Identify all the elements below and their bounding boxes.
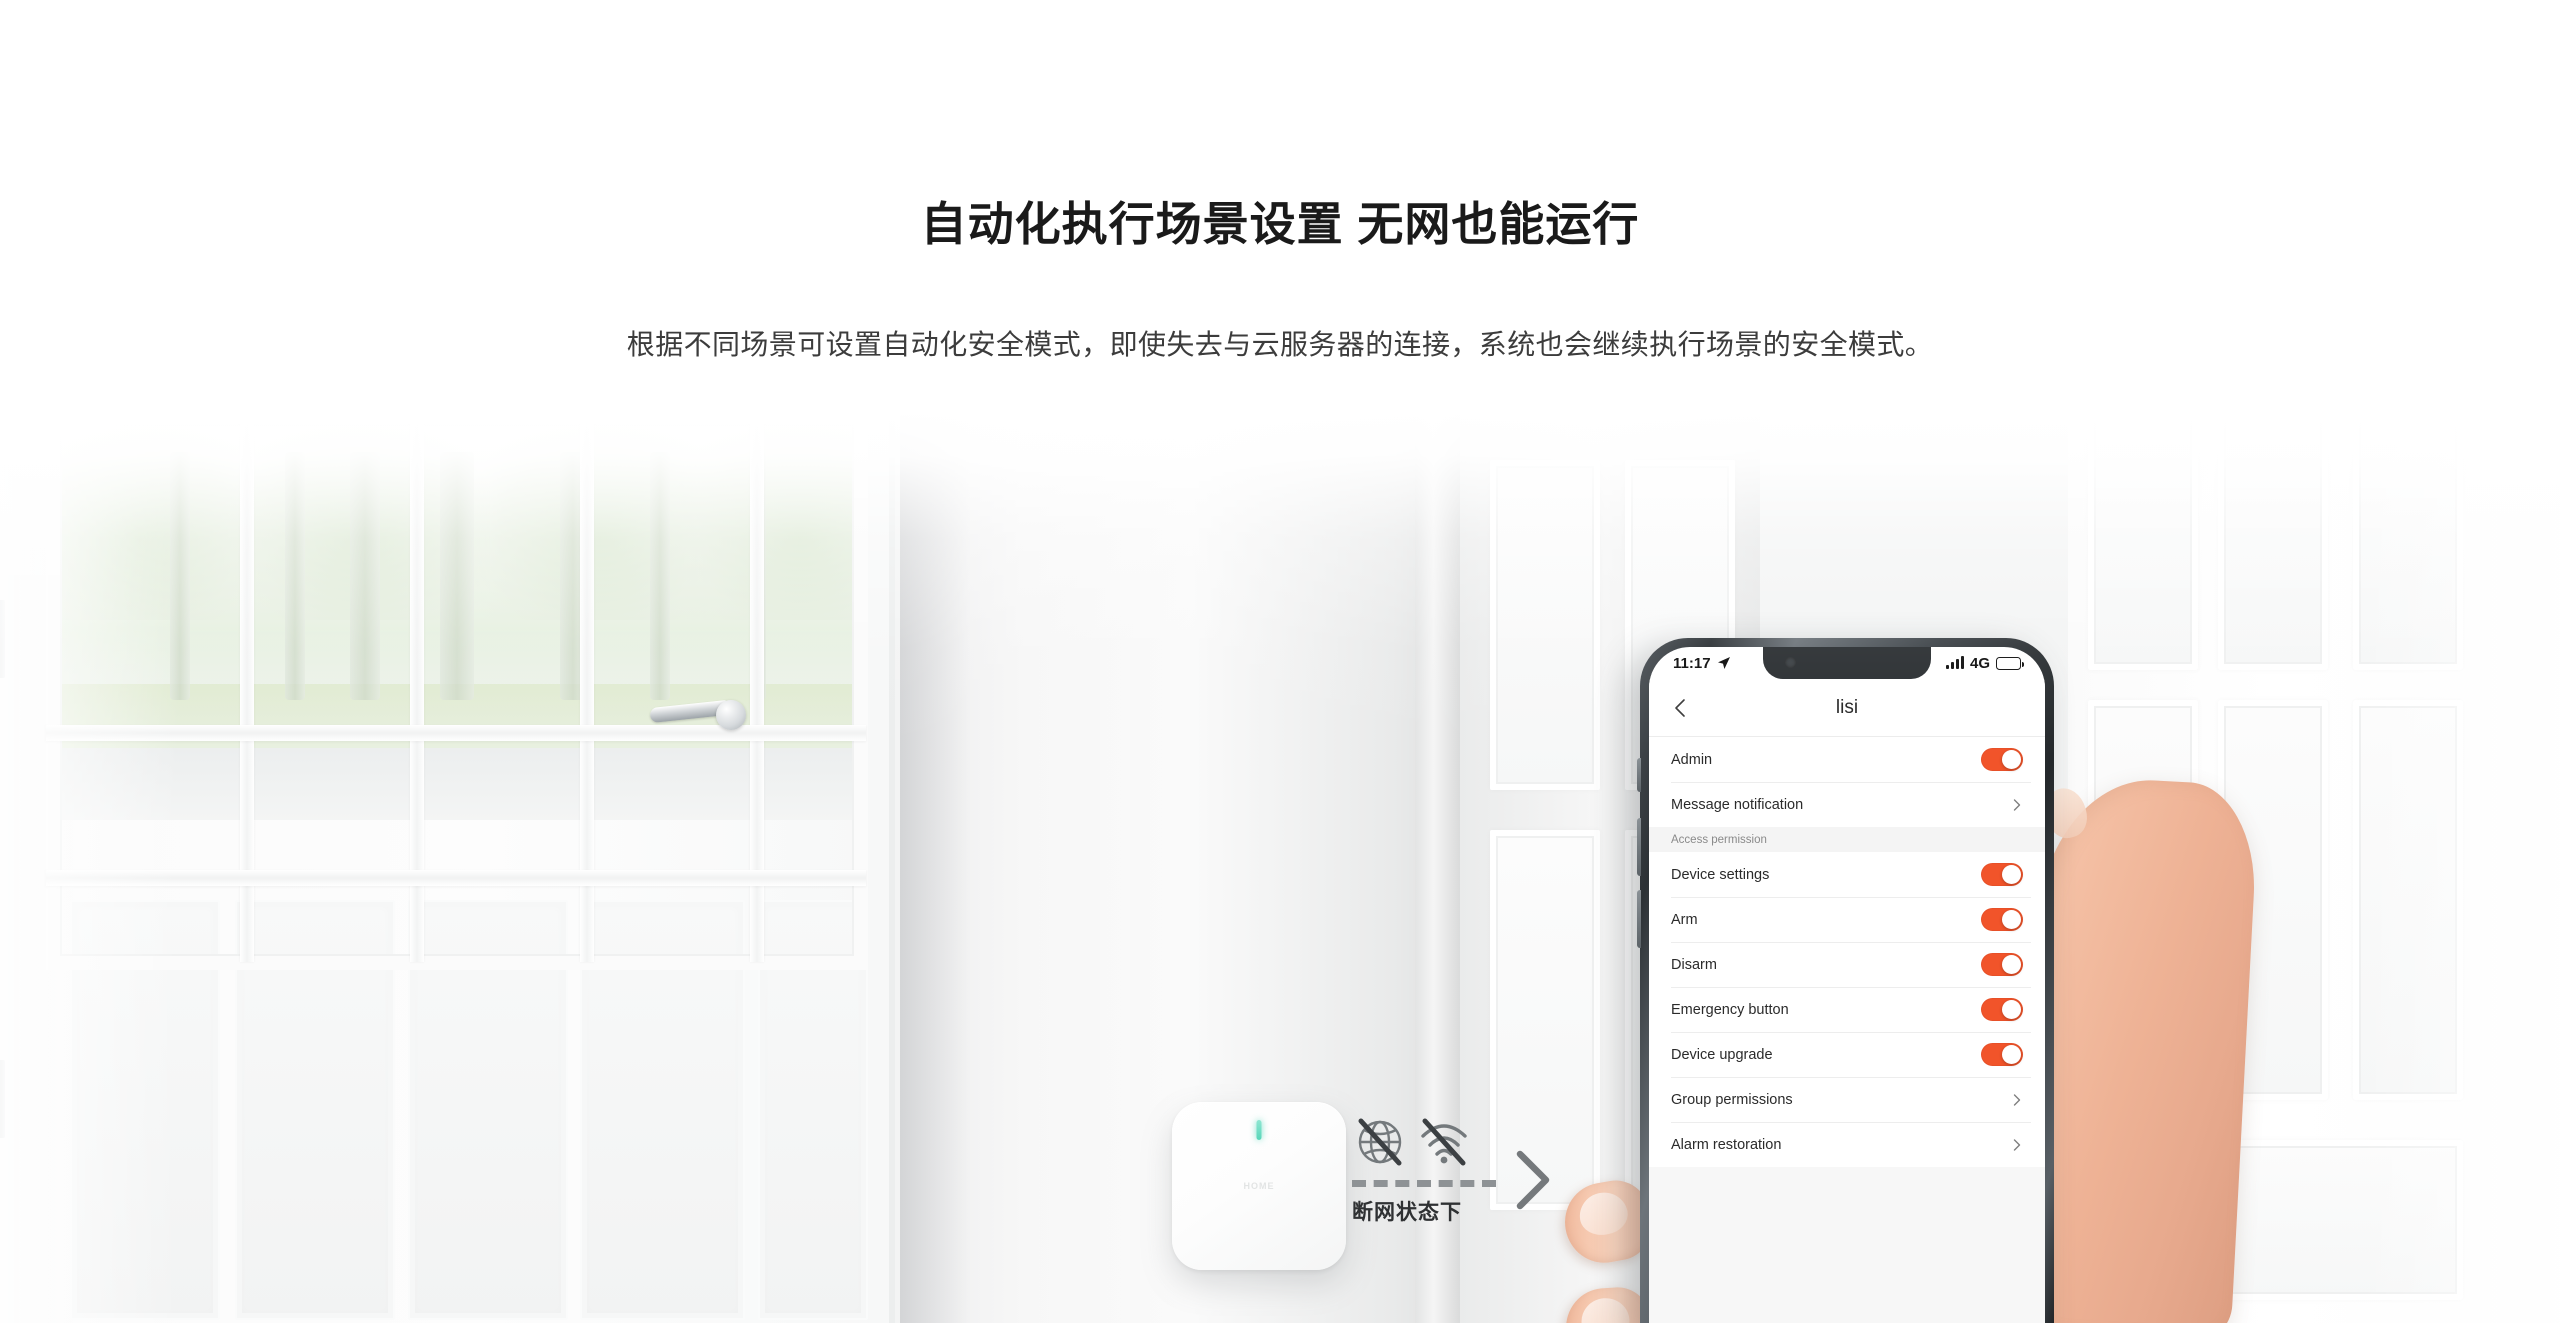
chevron-right-arrow bbox=[1516, 1150, 1550, 1210]
table-row[interactable]: Alarm restoration bbox=[1649, 1122, 2045, 1167]
fingernail bbox=[1576, 1188, 1631, 1239]
phone-screen: 11:17 4G lisi Admin Message notification… bbox=[1649, 647, 2045, 1323]
status-time: 11:17 bbox=[1673, 654, 1711, 672]
table-row[interactable]: Group permissions bbox=[1649, 1077, 2045, 1122]
row-label: Message notification bbox=[1671, 796, 1804, 813]
french-door-left bbox=[0, 410, 895, 1323]
table-row[interactable]: Message notification bbox=[1649, 782, 2045, 827]
network-type-label: 4G bbox=[1969, 654, 1990, 672]
page-root: 自动化执行场景设置 无网也能运行 根据不同场景可设置自动化安全模式，即使失去与云… bbox=[0, 0, 2560, 1323]
row-label: Arm bbox=[1671, 911, 1698, 928]
row-label: Device settings bbox=[1671, 866, 1770, 883]
status-bar-right: 4G bbox=[1945, 654, 2024, 672]
dashed-connector bbox=[1352, 1180, 1496, 1187]
smartphone: 11:17 4G lisi Admin Message notification… bbox=[1637, 638, 2054, 1323]
door-hinge bbox=[0, 600, 5, 678]
chevron-right-icon bbox=[2013, 1138, 2021, 1151]
location-arrow-icon bbox=[1717, 657, 1730, 669]
table-row[interactable]: Disarm bbox=[1649, 942, 2045, 987]
door-panel bbox=[2353, 410, 2463, 670]
nav-title: lisi bbox=[1835, 696, 1859, 718]
door-handle bbox=[649, 699, 746, 730]
door-panel bbox=[2088, 410, 2198, 670]
row-label: Disarm bbox=[1671, 956, 1717, 973]
volume-down-button[interactable] bbox=[1637, 890, 1641, 948]
table-row[interactable]: Device upgrade bbox=[1649, 1032, 2045, 1077]
globe-offline-icon bbox=[1358, 1118, 1402, 1166]
table-row[interactable]: Emergency button bbox=[1649, 987, 2045, 1032]
table-row[interactable]: Arm bbox=[1649, 897, 2045, 942]
table-row[interactable]: Admin bbox=[1649, 737, 2045, 782]
hub-led-indicator bbox=[1256, 1120, 1262, 1140]
chevron-left-icon[interactable] bbox=[1671, 698, 1691, 718]
mute-switch[interactable] bbox=[1637, 758, 1641, 792]
page-subtitle: 根据不同场景可设置自动化安全模式，即使失去与云服务器的连接，系统也会继续执行场景… bbox=[626, 329, 1934, 360]
settings-group-2: Device settings Arm Disarm Emergency but… bbox=[1649, 852, 2045, 1167]
device-upgrade-toggle[interactable] bbox=[1981, 1043, 2023, 1066]
row-label: Alarm restoration bbox=[1671, 1136, 1782, 1153]
door-mullion bbox=[46, 725, 866, 741]
door-panel bbox=[1490, 460, 1600, 790]
chevron-right-icon bbox=[2013, 1093, 2021, 1106]
row-label: Emergency button bbox=[1671, 1001, 1789, 1018]
device-settings-toggle[interactable] bbox=[1981, 863, 2023, 886]
settings-list[interactable]: Admin Message notification Access permis… bbox=[1649, 737, 2045, 1323]
hub-logo: HOME bbox=[1243, 1181, 1275, 1191]
fingernail bbox=[1579, 1296, 1631, 1323]
wifi-offline-icon bbox=[1421, 1118, 1467, 1166]
cellular-signal-icon bbox=[1945, 656, 1964, 669]
battery-icon bbox=[1996, 656, 2024, 670]
row-label: Device upgrade bbox=[1671, 1046, 1773, 1063]
table-row[interactable]: Device settings bbox=[1649, 852, 2045, 897]
volume-up-button[interactable] bbox=[1637, 818, 1641, 876]
door-mullion bbox=[46, 870, 866, 886]
wall-shadow bbox=[900, 410, 970, 1323]
door-panel bbox=[2218, 410, 2328, 670]
list-bottom-space bbox=[1649, 1167, 2045, 1257]
door-handle-rose bbox=[716, 700, 746, 730]
settings-group-1: Admin Message notification bbox=[1649, 737, 2045, 827]
row-label: Admin bbox=[1671, 751, 1713, 768]
group-header-access-permission: Access permission bbox=[1649, 827, 2045, 852]
smart-hub-device: HOME bbox=[1172, 1102, 1346, 1270]
chevron-right-icon bbox=[2013, 798, 2021, 811]
door-panel bbox=[2353, 700, 2463, 1100]
door-hinge bbox=[0, 1060, 5, 1138]
arm-toggle[interactable] bbox=[1981, 908, 2023, 931]
status-bar-left: 11:17 bbox=[1673, 655, 1731, 672]
row-label: Group permissions bbox=[1671, 1091, 1793, 1108]
door-glass-frame bbox=[46, 410, 868, 970]
status-bar: 11:17 4G bbox=[1649, 647, 2045, 679]
disarm-toggle[interactable] bbox=[1981, 953, 2023, 976]
admin-toggle[interactable] bbox=[1981, 748, 2023, 771]
nav-bar: lisi bbox=[1649, 679, 2045, 737]
offline-annotation: 断网状态下 bbox=[1352, 1114, 1562, 1224]
emergency-button-toggle[interactable] bbox=[1981, 998, 2023, 1021]
page-title: 自动化执行场景设置 无网也能运行 bbox=[920, 198, 1640, 250]
offline-status-label: 断网状态下 bbox=[1352, 1201, 1462, 1224]
